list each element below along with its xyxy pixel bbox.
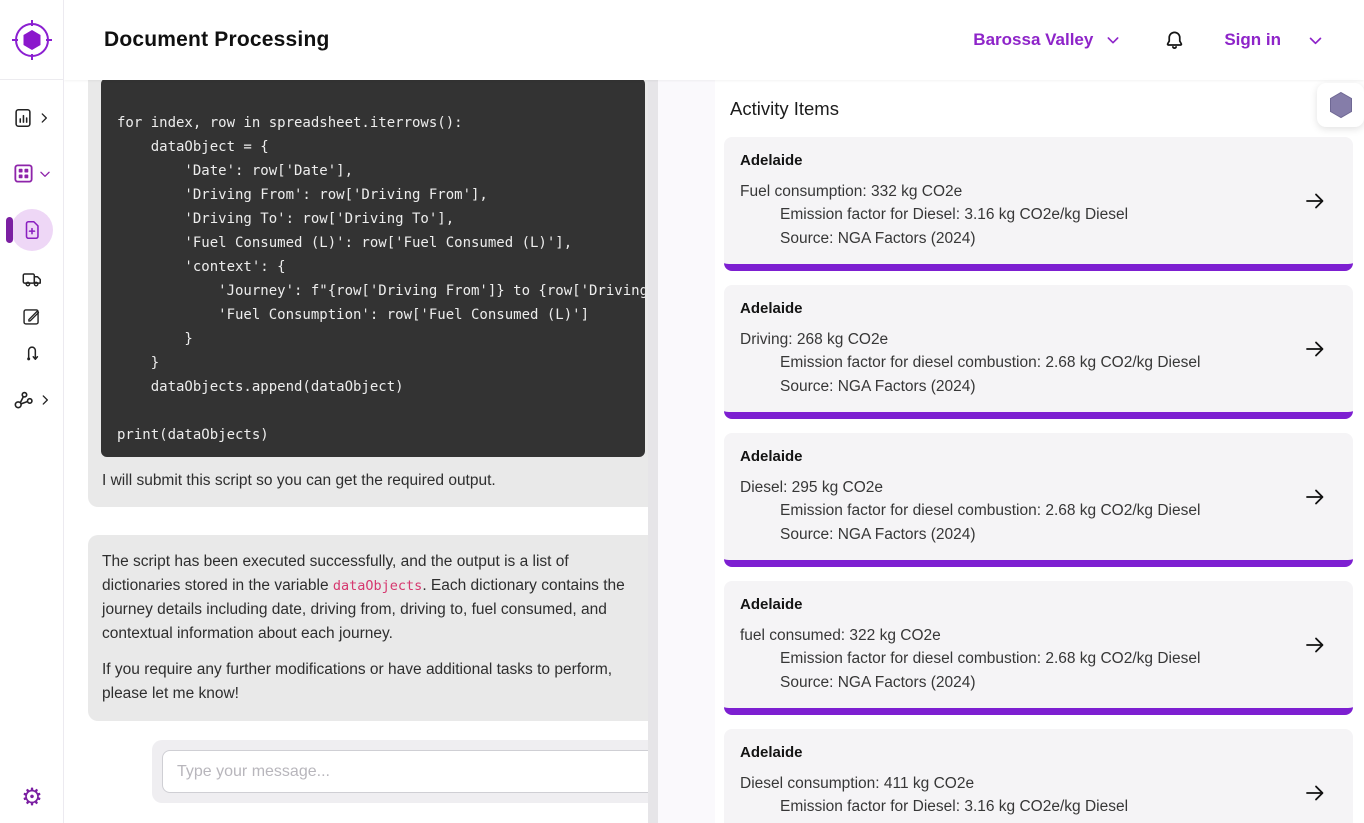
- chevron-right-icon: [41, 113, 47, 123]
- sidebar-item-edit[interactable]: [0, 306, 64, 327]
- sidebar: ⚙: [0, 0, 64, 823]
- chat-panel: for index, row in spreadsheet.iterrows()…: [64, 80, 658, 823]
- activity-card[interactable]: Adelaide Diesel consumption: 411 kg CO2e…: [724, 729, 1353, 823]
- sidebar-item-settings[interactable]: ⚙: [0, 785, 64, 809]
- chevron-down-icon: [1309, 37, 1322, 44]
- activity-card[interactable]: Adelaide Fuel consumption: 332 kg CO2e E…: [724, 137, 1353, 271]
- message-paragraph: The script has been executed successfull…: [102, 550, 643, 646]
- activity-emission-factor: Emission factor for Diesel: 3.16 kg CO2e…: [780, 798, 1129, 815]
- chat-scrollbar[interactable]: [648, 80, 658, 823]
- route-icon: [26, 346, 38, 361]
- arrow-right-icon[interactable]: [1303, 485, 1327, 509]
- message-paragraph: If you require any further modifications…: [102, 661, 613, 702]
- active-item-background: [10, 209, 53, 251]
- message-input[interactable]: [162, 750, 658, 793]
- report-chart-icon: [15, 108, 31, 128]
- hexagon-icon: [1329, 91, 1352, 119]
- sidebar-item-apps[interactable]: [0, 162, 64, 185]
- activity-summary: Driving: 268 kg CO2e: [740, 331, 889, 348]
- activity-summary: Fuel consumption: 332 kg CO2e: [740, 183, 963, 200]
- activity-emission-factor: Emission factor for diesel combustion: 2…: [780, 502, 1201, 519]
- arrow-right-icon[interactable]: [1303, 189, 1327, 213]
- activity-city: Adelaide: [740, 744, 803, 761]
- assistant-message-result: The script has been executed successfull…: [88, 535, 658, 721]
- activity-panel-title: Activity Items: [730, 98, 839, 119]
- activity-card[interactable]: Adelaide Driving: 268 kg CO2e Emission f…: [724, 285, 1353, 419]
- activity-summary: Diesel consumption: 411 kg CO2e: [740, 775, 975, 792]
- document-add-icon: [25, 220, 39, 240]
- page-title: Document Processing: [104, 28, 330, 51]
- activity-summary: Diesel: 295 kg CO2e: [740, 479, 884, 496]
- activity-source: Source: NGA Factors (2024): [780, 526, 976, 543]
- chevron-right-icon: [42, 394, 48, 405]
- activity-city: Adelaide: [740, 300, 803, 317]
- app-logo[interactable]: [0, 0, 63, 80]
- activity-source: Source: NGA Factors (2024): [780, 230, 976, 247]
- truck-icon: [22, 273, 41, 287]
- sidebar-nav: [0, 80, 63, 411]
- message-input-bar: Send: [152, 740, 658, 803]
- notifications-button[interactable]: [1163, 29, 1186, 52]
- activity-source: Source: NGA Factors (2024): [780, 674, 976, 691]
- edit-icon: [23, 309, 40, 325]
- assistant-message-text: I will submit this script so you can get…: [102, 472, 496, 489]
- activity-card[interactable]: Adelaide fuel consumed: 322 kg CO2e Emis…: [724, 581, 1353, 715]
- hexagon-logo-icon: [11, 19, 52, 60]
- assistant-message-code: for index, row in spreadsheet.iterrows()…: [88, 80, 658, 507]
- sidebar-item-integrations[interactable]: [0, 388, 64, 411]
- active-indicator: [5, 217, 13, 243]
- bell-icon: [1167, 30, 1183, 49]
- chevron-down-icon: [1107, 37, 1119, 44]
- sidebar-item-document-processing[interactable]: [0, 209, 64, 251]
- inline-code: dataObjects: [332, 578, 423, 594]
- region-selector-label: Barossa Valley: [973, 30, 1094, 49]
- activity-source: Source: NGA Factors (2024): [780, 819, 1293, 823]
- assistant-widget-button[interactable]: [1317, 83, 1364, 127]
- arrow-right-icon[interactable]: [1303, 633, 1327, 657]
- activity-city: Adelaide: [740, 448, 803, 465]
- panel-divider: [658, 80, 715, 823]
- grid-icon: [13, 164, 33, 183]
- sidebar-item-routes[interactable]: [0, 343, 64, 363]
- sidebar-item-vehicles[interactable]: [0, 268, 64, 290]
- sidebar-item-reports[interactable]: [0, 107, 64, 129]
- activity-summary: fuel consumed: 322 kg CO2e: [740, 627, 941, 644]
- python-code-block: for index, row in spreadsheet.iterrows()…: [101, 80, 645, 457]
- activity-emission-factor: Emission factor for diesel combustion: 2…: [780, 650, 1201, 667]
- top-header: Document Processing Barossa Valley Sign …: [64, 0, 1364, 80]
- network-icon: [14, 391, 33, 409]
- activity-panel: Activity Items Adelaide Fuel consumption…: [715, 80, 1364, 823]
- arrow-right-icon[interactable]: [1303, 337, 1327, 361]
- activity-emission-factor: Emission factor for Diesel: 3.16 kg CO2e…: [780, 206, 1129, 223]
- activity-card[interactable]: Adelaide Diesel: 295 kg CO2e Emission fa…: [724, 433, 1353, 567]
- activity-source: Source: NGA Factors (2024): [780, 378, 976, 395]
- activity-emission-factor: Emission factor for diesel combustion: 2…: [780, 354, 1201, 371]
- activity-city: Adelaide: [740, 152, 803, 169]
- arrow-right-icon[interactable]: [1303, 781, 1327, 805]
- sign-in-button[interactable]: Sign in: [1224, 30, 1281, 50]
- activity-city: Adelaide: [740, 596, 803, 613]
- chevron-down-icon: [39, 171, 50, 177]
- region-selector[interactable]: Barossa Valley: [973, 30, 1121, 50]
- gear-icon: ⚙: [21, 783, 43, 811]
- account-menu-button[interactable]: [1307, 32, 1324, 49]
